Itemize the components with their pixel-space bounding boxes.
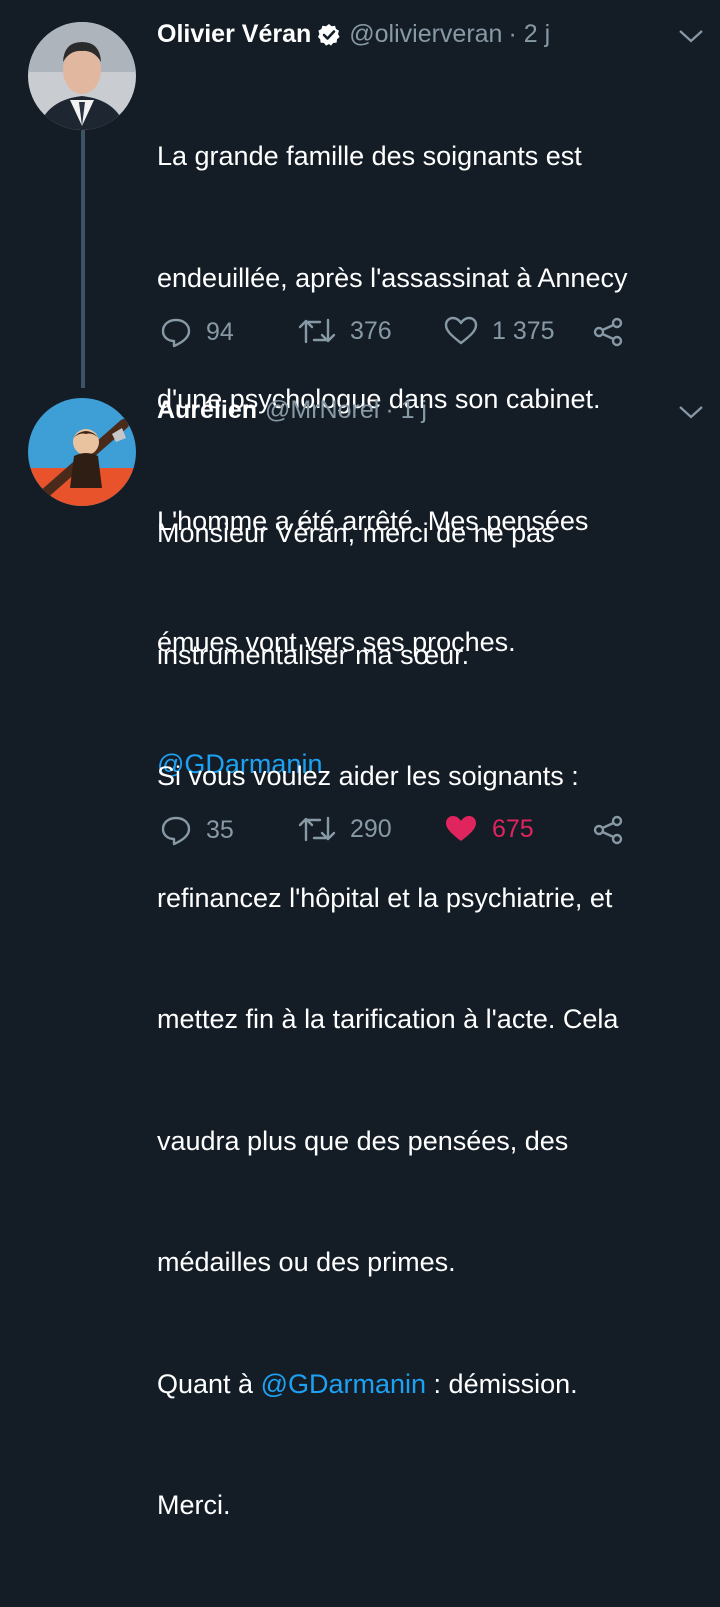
tweet-body: Monsieur Véran, merci de ne pas instrume… [157,432,702,1607]
reply-count: 35 [206,815,234,844]
retweet-icon [298,816,336,842]
share-icon [593,815,623,845]
tweet-line: vaudra plus que des pensées, des [157,1125,569,1156]
tweet-line: instrumentaliser ma sœur. [157,639,470,670]
like-button[interactable]: 675 [444,814,534,844]
timestamp[interactable]: · 1 j [385,396,427,425]
reply-icon [161,318,191,348]
tweet-line: La grande famille des soignants est [157,141,582,171]
handle[interactable]: @MrNorel [265,396,379,425]
display-name[interactable]: Aurélien [157,396,257,425]
tweet-actions: 94 376 1 375 [160,316,630,356]
retweet-count: 376 [350,316,392,345]
retweet-button[interactable]: 376 [298,316,392,346]
verified-badge-icon [317,23,341,47]
retweet-count: 290 [350,814,392,843]
tweet-header: Aurélien @MrNorel · 1 j [157,396,427,425]
timestamp[interactable]: · 2 j [508,20,550,49]
heart-filled-icon [446,816,476,841]
reply-button[interactable]: 94 [160,316,234,348]
chevron-down-icon[interactable] [678,28,704,44]
tweet-header: Olivier Véran @olivierveran · 2 j [157,20,550,49]
tweet-line: refinancez l'hôpital et la psychiatrie, … [157,882,613,913]
tweet[interactable]: Olivier Véran @olivierveran · 2 j La gra… [0,0,720,779]
chevron-down-icon[interactable] [678,404,704,420]
like-button[interactable]: 1 375 [444,316,555,346]
avatar[interactable] [28,398,136,506]
retweet-button[interactable]: 290 [298,814,392,844]
tweet-line: Si vous voulez aider les soignants : [157,761,579,791]
tweet-actions: 35 290 675 [160,814,630,854]
tweet-line: médailles ou des primes. [157,1247,456,1277]
tweet[interactable]: Aurélien @MrNorel · 1 j Monsieur Véran, … [0,380,720,1520]
text-fragment: : démission. [426,1368,578,1399]
tweet-line: mettez fin à la tarification à l'acte. C… [157,1004,619,1034]
avatar[interactable] [28,22,136,130]
share-icon [593,317,623,347]
tweet-line: Quant à @GDarmanin : démission. [157,1364,702,1405]
text-fragment: Quant à [157,1368,261,1399]
share-button[interactable] [592,316,638,348]
tweet-line: Merci. [157,1490,231,1520]
tweet-line: Monsieur Véran, merci de ne pas [157,518,555,548]
like-count: 1 375 [492,316,555,345]
reply-button[interactable]: 35 [160,814,234,846]
share-button[interactable] [592,814,638,846]
display-name[interactable]: Olivier Véran [157,20,311,49]
handle[interactable]: @olivierveran [349,20,502,49]
heart-icon [444,316,478,345]
like-count: 675 [492,814,534,843]
reply-icon [161,816,191,846]
mention-link[interactable]: @GDarmanin [261,1369,426,1399]
reply-count: 94 [206,317,234,346]
retweet-icon [298,318,336,344]
tweet-line: endeuillée, après l'assassinat à Annecy [157,262,628,293]
